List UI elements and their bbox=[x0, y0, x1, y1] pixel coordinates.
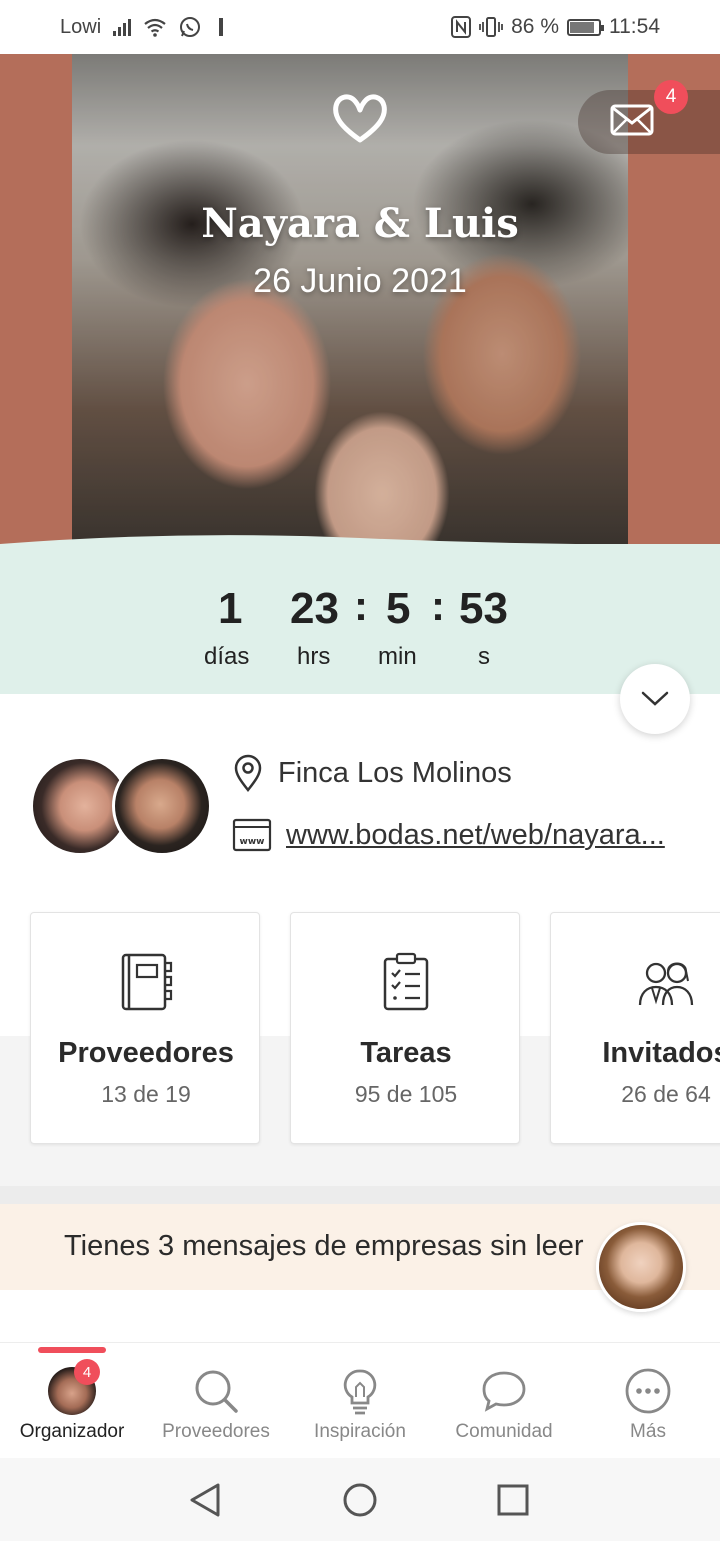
countdown-separator: : bbox=[431, 582, 445, 629]
battery-percent: 86 % bbox=[511, 15, 559, 38]
more-icon bbox=[625, 1368, 671, 1414]
nav-label: Comunidad bbox=[455, 1421, 553, 1442]
guests-icon bbox=[638, 962, 694, 1006]
battery-icon bbox=[567, 18, 604, 36]
search-icon bbox=[195, 1370, 238, 1413]
location-pin-icon bbox=[234, 754, 262, 792]
countdown-seconds: 53 bbox=[459, 584, 508, 633]
notebook-icon bbox=[121, 953, 173, 1011]
countdown-minutes: 5 bbox=[386, 584, 411, 633]
nfc-icon bbox=[451, 16, 472, 38]
nav-proveedores[interactable]: Proveedores bbox=[144, 1363, 288, 1443]
couple-name: Nayara & Luis bbox=[201, 200, 519, 247]
card-title: Proveedores bbox=[58, 1037, 234, 1069]
countdown-panel: 1 23 : 5 : 53 días hrs min s bbox=[0, 535, 720, 694]
section-divider bbox=[0, 1186, 720, 1204]
nav-label: Organizador bbox=[19, 1421, 125, 1442]
home-icon[interactable] bbox=[342, 1482, 378, 1518]
website-link[interactable]: www.bodas.net/web/nayara... bbox=[286, 819, 665, 852]
bottom-navigation: 4 Organizador Proveedores Inspiración Co… bbox=[0, 1342, 720, 1458]
avatar bbox=[112, 756, 212, 856]
whatsapp-icon bbox=[180, 17, 201, 37]
nav-inspiracion[interactable]: Inspiración bbox=[288, 1363, 432, 1443]
status-bar: Lowi 86 % 11:54 bbox=[0, 0, 720, 54]
website-row[interactable]: www www.bodas.net/web/nayara... bbox=[232, 818, 665, 852]
active-tab-indicator bbox=[38, 1347, 106, 1353]
wifi-icon bbox=[144, 18, 166, 37]
card-count: 95 de 105 bbox=[354, 1081, 458, 1107]
nav-mas[interactable]: Más bbox=[576, 1363, 720, 1443]
mail-icon[interactable] bbox=[610, 104, 654, 136]
chevron-down-icon bbox=[641, 691, 669, 706]
clock: 11:54 bbox=[609, 15, 660, 38]
countdown-days-label: días bbox=[204, 643, 250, 670]
web-icon: www bbox=[232, 818, 272, 852]
back-icon[interactable] bbox=[188, 1482, 222, 1518]
countdown-minutes-label: min bbox=[378, 643, 417, 670]
card-count: 13 de 19 bbox=[101, 1081, 191, 1107]
venue-row[interactable]: Finca Los Molinos bbox=[232, 754, 512, 792]
recent-apps-icon[interactable] bbox=[496, 1483, 530, 1517]
venue-name: Finca Los Molinos bbox=[278, 756, 512, 789]
checklist-icon bbox=[383, 952, 429, 1011]
nav-organizador[interactable]: 4 Organizador bbox=[0, 1359, 144, 1443]
messages-banner-text: Tienes 3 mensajes de empresas sin leer bbox=[64, 1230, 584, 1262]
countdown-seconds-label: s bbox=[478, 643, 490, 670]
wedding-date: 26 Junio 2021 bbox=[253, 262, 467, 300]
chat-bubble-icon bbox=[482, 1371, 526, 1412]
wave-divider bbox=[0, 535, 720, 558]
notification-indicator-icon bbox=[219, 18, 224, 36]
card-title: Tareas bbox=[360, 1037, 452, 1069]
card-count: 26 de 64 bbox=[621, 1081, 711, 1107]
app-screen: Lowi 86 % 11:54 4 Nayara & Luis 26 Junio… bbox=[0, 0, 720, 1541]
lightbulb-icon bbox=[343, 1369, 377, 1415]
card-proveedores[interactable]: Proveedores 13 de 19 bbox=[30, 912, 260, 1144]
countdown-days: 1 bbox=[218, 584, 243, 633]
card-tareas[interactable]: Tareas 95 de 105 bbox=[290, 912, 520, 1144]
countdown-hours-label: hrs bbox=[297, 643, 331, 670]
countdown-hours: 23 bbox=[290, 584, 339, 633]
card-title: Invitados bbox=[602, 1037, 720, 1069]
nav-badge: 4 bbox=[74, 1359, 100, 1385]
vibrate-icon bbox=[479, 17, 504, 37]
assistant-avatar[interactable] bbox=[596, 1222, 686, 1312]
hero-header: 4 Nayara & Luis 26 Junio 2021 bbox=[0, 54, 720, 564]
nav-label: Proveedores bbox=[162, 1421, 270, 1442]
card-invitados[interactable]: Invitados 26 de 64 bbox=[550, 912, 720, 1144]
system-navigation-bar bbox=[0, 1458, 720, 1541]
expand-button[interactable] bbox=[620, 664, 690, 734]
carrier-name: Lowi bbox=[60, 15, 102, 38]
countdown-separator: : bbox=[354, 582, 368, 629]
svg-text:www: www bbox=[240, 837, 265, 847]
mail-badge: 4 bbox=[654, 80, 688, 114]
nav-label: Más bbox=[630, 1421, 666, 1442]
couple-avatars bbox=[30, 756, 212, 856]
nav-comunidad[interactable]: Comunidad bbox=[432, 1363, 576, 1443]
signal-icon bbox=[113, 18, 132, 36]
nav-label: Inspiración bbox=[314, 1421, 406, 1442]
heart-logo-icon bbox=[333, 94, 387, 143]
